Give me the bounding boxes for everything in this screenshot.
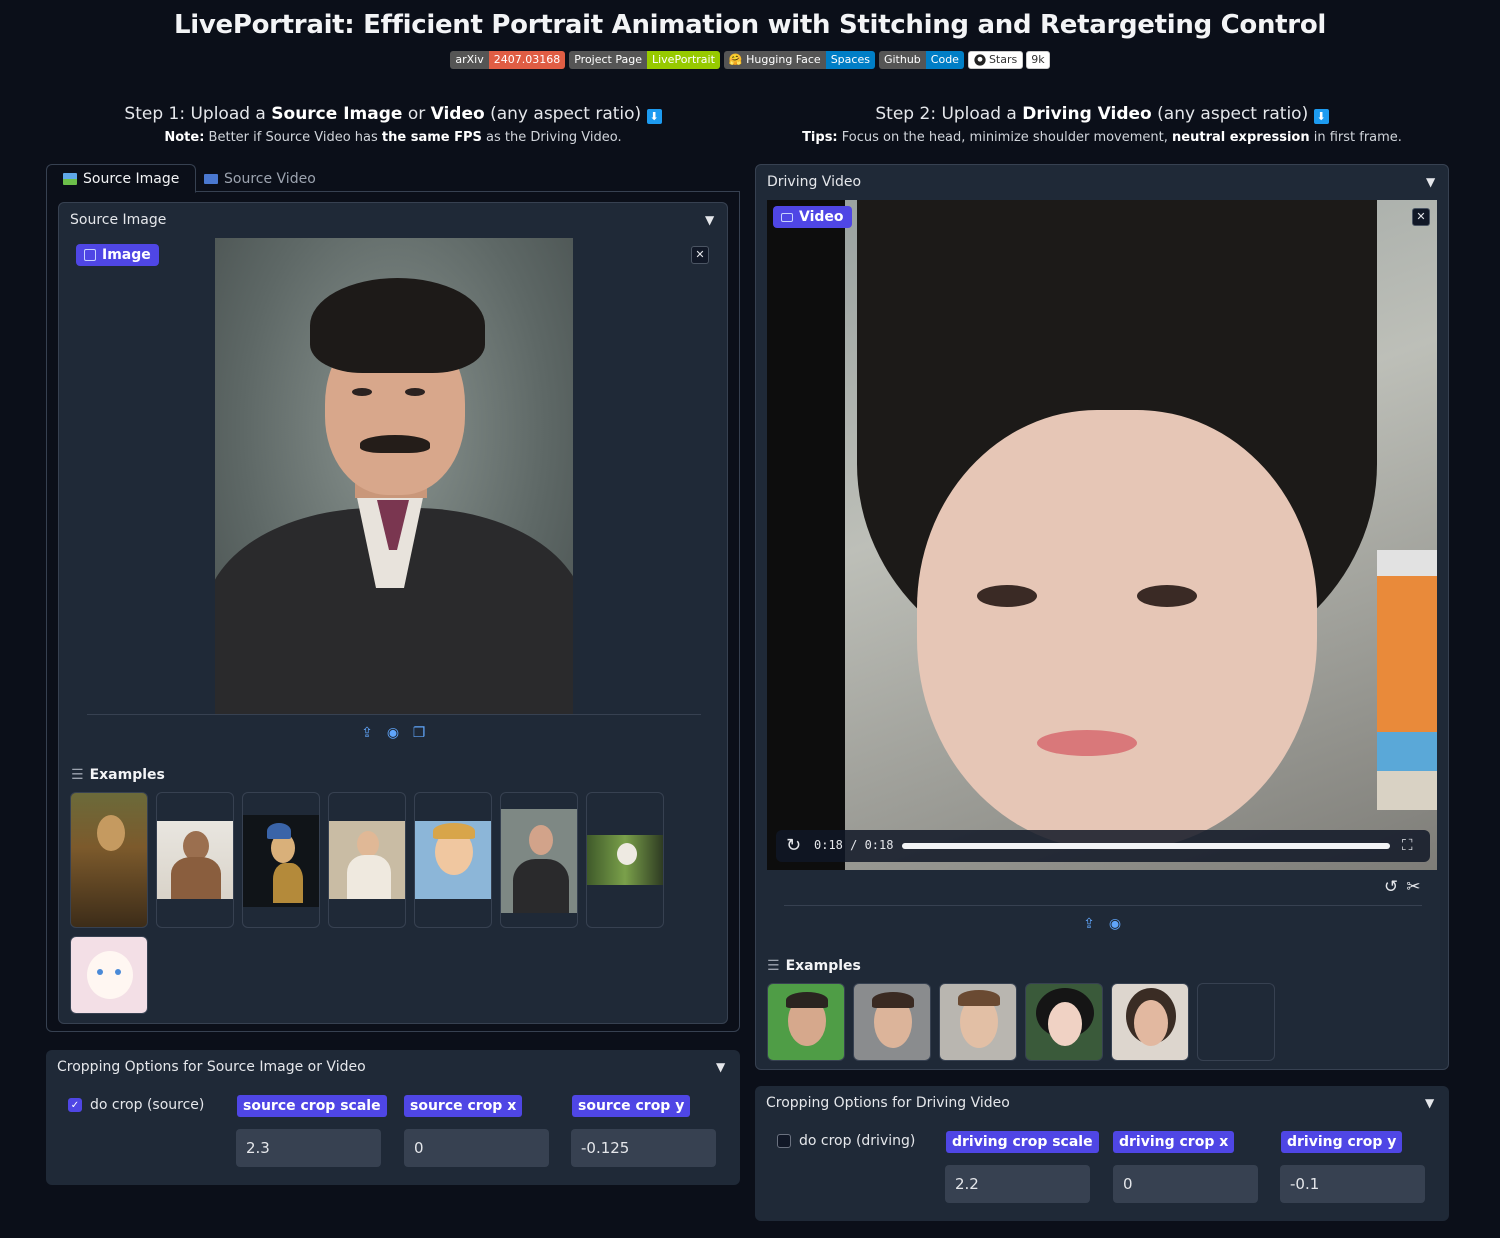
driving-crop-y-label: driving crop y	[1281, 1131, 1403, 1153]
collapse-caret-icon[interactable]: ▼	[705, 213, 714, 227]
divider	[87, 714, 701, 715]
driving-crop-scale-input[interactable]: 2.2	[945, 1165, 1090, 1203]
clipboard-icon[interactable]: ❐	[411, 725, 427, 741]
list-icon: ☰	[71, 767, 84, 783]
video-pill: Video	[773, 206, 852, 228]
source-example-einstein[interactable]	[500, 792, 578, 928]
driving-cropping-title: Cropping Options for Driving Video	[766, 1095, 1010, 1111]
hugging-face-icon: 🤗	[728, 53, 743, 66]
driving-crop-y-input[interactable]: -0.1	[1280, 1165, 1425, 1203]
video-progress-fill	[902, 843, 1390, 849]
driving-crop-x-input[interactable]: 0	[1113, 1165, 1258, 1203]
clear-video-button[interactable]: ✕	[1412, 208, 1430, 226]
driving-video-label: Driving Video	[767, 174, 862, 190]
github-stars-badge[interactable]: Stars 9k	[967, 51, 1050, 69]
video-lips	[1037, 730, 1137, 756]
portrait-eye-left	[352, 388, 372, 396]
divider	[784, 905, 1422, 906]
source-crop-scale-input[interactable]: 2.3	[236, 1129, 381, 1167]
do-crop-driving-checkbox[interactable]: do crop (driving)	[777, 1133, 915, 1149]
webcam-icon[interactable]: ◉	[385, 725, 401, 741]
driving-video-block: Driving Video ▼ Video ✕ ↻ 0:18 / 0:18 ⛶ …	[755, 164, 1449, 1070]
source-crop-x-label: source crop x	[404, 1095, 523, 1117]
checkmark-icon: ✓	[68, 1098, 82, 1112]
source-example-cat-cartoon[interactable]	[70, 936, 148, 1014]
image-pill: Image	[76, 244, 159, 266]
undo-icon[interactable]: ↺	[1384, 877, 1398, 897]
checkbox-empty-icon	[777, 1134, 791, 1148]
source-cropping-title: Cropping Options for Source Image or Vid…	[57, 1059, 366, 1075]
tab-source-video[interactable]: Source Video	[188, 164, 332, 193]
driving-example-5[interactable]	[1111, 983, 1189, 1061]
hugging-face-badge[interactable]: 🤗 Hugging Face Spaces	[723, 51, 875, 69]
step2-header: Step 2: Upload a Driving Video (any aspe…	[802, 104, 1402, 145]
film-icon	[204, 173, 218, 184]
replay-icon[interactable]: ↻	[786, 835, 801, 856]
collapse-caret-icon[interactable]: ▼	[1426, 175, 1435, 189]
scissors-icon[interactable]: ✂	[1406, 877, 1420, 897]
source-action-icons: ⇪ ◉ ❐	[359, 725, 427, 741]
image-icon	[84, 249, 96, 261]
driving-example-3[interactable]	[939, 983, 1017, 1061]
down-arrow-icon: ⬇	[1313, 109, 1329, 124]
driving-action-icons: ⇪ ◉	[1081, 916, 1123, 932]
source-cropping-panel: Cropping Options for Source Image or Vid…	[46, 1050, 740, 1185]
source-crop-y-label: source crop y	[572, 1095, 691, 1117]
source-example-cartoon-boy[interactable]	[414, 792, 492, 928]
source-image-preview[interactable]	[215, 238, 573, 714]
video-time: 0:18 / 0:18	[814, 838, 894, 852]
do-crop-source-checkbox[interactable]: ✓ do crop (source)	[68, 1097, 204, 1113]
driving-example-2[interactable]	[853, 983, 931, 1061]
portrait-mustache	[360, 435, 430, 453]
video-progress-track[interactable]	[902, 843, 1390, 849]
video-bottle	[1377, 550, 1437, 810]
source-crop-scale-label: source crop scale	[237, 1095, 387, 1117]
source-image-block: Source Image ▼ Image ✕ ⇪ ◉ ❐ ☰ Examples	[58, 202, 728, 1024]
fullscreen-icon[interactable]: ⛶	[1402, 836, 1413, 854]
portrait-hair	[310, 278, 485, 373]
source-example-statue[interactable]	[156, 792, 234, 928]
upload-icon[interactable]: ⇪	[1081, 916, 1097, 932]
source-crop-y-input[interactable]: -0.125	[571, 1129, 716, 1167]
source-tabs: Source Image Source Video	[46, 164, 740, 193]
github-icon	[974, 54, 986, 66]
driving-example-4[interactable]	[1025, 983, 1103, 1061]
driving-examples-label: ☰ Examples	[767, 958, 861, 974]
collapse-caret-icon[interactable]: ▼	[716, 1060, 725, 1074]
video-eye-right	[1137, 585, 1197, 607]
driving-example-6[interactable]	[1197, 983, 1275, 1061]
driving-example-1[interactable]	[767, 983, 845, 1061]
driving-video-player[interactable]	[767, 200, 1437, 870]
source-crop-x-input[interactable]: 0	[404, 1129, 549, 1167]
driving-crop-x-label: driving crop x	[1113, 1131, 1235, 1153]
portrait-eye-right	[405, 388, 425, 396]
driving-crop-scale-label: driving crop scale	[946, 1131, 1099, 1153]
picture-icon	[63, 172, 77, 185]
source-image-label: Source Image	[70, 212, 167, 228]
webcam-icon[interactable]: ◉	[1107, 916, 1123, 932]
project-page-badge[interactable]: Project Page LivePortrait	[569, 51, 720, 69]
video-face	[917, 410, 1317, 850]
source-examples-label: ☰ Examples	[71, 767, 165, 783]
collapse-caret-icon[interactable]: ▼	[1425, 1096, 1434, 1110]
arxiv-badge[interactable]: arXiv 2407.03168	[450, 51, 566, 69]
video-controls: ↻ 0:18 / 0:18 ⛶	[776, 830, 1430, 862]
badge-row: arXiv 2407.03168 Project Page LivePortra…	[0, 51, 1500, 69]
driving-cropping-panel: Cropping Options for Driving Video ▼ do …	[755, 1086, 1449, 1221]
step1-header: Step 1: Upload a Source Image or Video (…	[46, 104, 740, 145]
source-example-mona-lisa[interactable]	[70, 792, 148, 928]
upload-icon[interactable]: ⇪	[359, 725, 375, 741]
page-title: LivePortrait: Efficient Portrait Animati…	[173, 10, 1327, 40]
video-eye-left	[977, 585, 1037, 607]
list-icon: ☰	[767, 958, 780, 974]
source-example-monkey[interactable]	[586, 792, 664, 928]
down-arrow-icon: ⬇	[646, 109, 662, 124]
github-badge[interactable]: Github Code	[878, 51, 964, 69]
source-example-child-painting[interactable]	[328, 792, 406, 928]
tab-source-image[interactable]: Source Image	[46, 164, 197, 193]
clear-image-button[interactable]: ✕	[691, 246, 709, 264]
video-edit-icons: ↺ ✂	[1384, 877, 1421, 897]
source-example-pearl-earring[interactable]	[242, 792, 320, 928]
video-camera-icon	[781, 212, 793, 222]
